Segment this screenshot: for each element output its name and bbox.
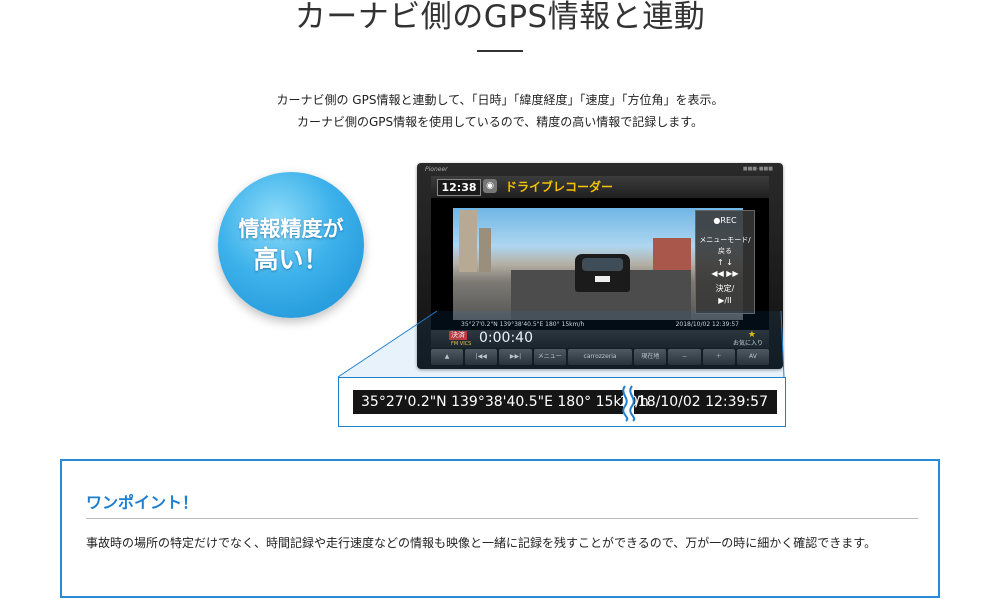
intro-line-1: カーナビ側の GPS情報と連動して、「日時」「緯度経度」「速度」「方位角」を表示… [276,93,724,107]
gps-overlay-coordinates: 35°27'0.2"N 139°38'40.5"E 180° 15km/h [461,321,585,328]
intro-line-2: カーナビ側のGPS情報を使用しているので、精度の高い情報で記録します。 [296,115,704,129]
building-left-2 [479,228,491,272]
page-title: カーナビ側のGPS情報と連動 [294,0,706,35]
screen-clock: 12:38 [437,179,481,196]
gps-readout-zoom: 35°27'0.2"N 139°38'40.5"E 180° 15km/h 20… [338,377,786,427]
prev-button[interactable]: |◀◀ [465,349,498,365]
lead-car [575,254,630,292]
volume-down-button[interactable]: − [668,349,701,365]
one-point-divider [86,518,918,519]
one-point-box: ワンポイント！ 事故時の場所の特定だけでなく、時間記録や走行速度などの情報も映像… [60,459,940,598]
recording-timer: 0:00:40 [479,330,533,346]
vics-label: FM VICS [451,341,472,347]
next-button[interactable]: ▶▶| [499,349,532,365]
rec-button[interactable]: ●REC [696,215,754,226]
building-left [459,210,477,272]
av-button[interactable]: AV [736,349,770,365]
brand-logo: Pioneer [425,166,448,173]
accuracy-badge: 情報精度が 高い！ [218,172,364,318]
arrow-buttons[interactable]: ↑ ↓ ◀◀ ▶▶ [696,257,754,279]
menu-button[interactable]: メニュー [533,349,566,365]
gps-overlay: 35°27'0.2"N 139°38'40.5"E 180° 15km/h 20… [453,320,743,329]
intro-text: カーナビ側の GPS情報と連動して、「日時」「緯度経度」「速度」「方位角」を表示… [0,89,1000,133]
license-plate [595,276,610,282]
eject-button[interactable]: ▲ [431,349,464,365]
hardware-buttons: ▲ |◀◀ ▶▶| メニュー carrozzeria 現在地 − ＋ AV [431,349,770,365]
brand-button[interactable]: carrozzeria [567,349,633,365]
zoom-coordinates: 35°27'0.2"N 139°38'40.5"E 180° 15km/h [361,394,649,410]
camera-icon[interactable]: ◉ [483,179,497,193]
recorder-side-panel: ●REC メニューモード/戻る ↑ ↓ ◀◀ ▶▶ 決定/ ▶/II [695,210,755,314]
building-right [653,238,691,270]
payment-badge: 決済 [449,331,467,340]
one-point-body: 事故時の場所の特定だけでなく、時間記録や走行速度などの情報も映像と一緒に記録を残… [86,536,877,550]
break-mark-icon [622,384,636,422]
current-location-button[interactable]: 現在地 [634,349,667,365]
zoom-datetime: 2018/10/02 12:39:57 [619,394,768,410]
model-label: ■■■-■■■ [742,166,773,172]
play-pause-button[interactable]: ▶/II [696,295,754,306]
one-point-title: ワンポイント！ [86,493,199,512]
favorite-label[interactable]: お気に入り [733,338,763,347]
gps-overlay-datetime: 2018/10/02 12:39:57 [675,321,739,328]
menu-mode-button[interactable]: メニューモード/戻る [696,235,754,257]
gps-readout-bar: 35°27'0.2"N 139°38'40.5"E 180° 15km/h 20… [353,390,777,414]
confirm-button[interactable]: 決定/ [696,283,754,294]
volume-up-button[interactable]: ＋ [702,349,735,365]
device-screen: 12:38 ◉ ドライブレコーダー ●REC メニューモード/戻る ↑ ↓ ◀◀ … [431,176,769,348]
app-title: ドライブレコーダー [505,180,614,194]
title-underline [477,50,523,52]
car-navigation-device: Pioneer ■■■-■■■ 12:38 ◉ ドライブレコーダー ●REC メ… [417,163,783,369]
badge-line-1: 情報精度が [238,217,344,241]
badge-line-2: 高い！ [253,245,329,274]
screen-statusbar: 決済 FM VICS 0:00:40 ★ お気に入り [431,330,769,348]
screen-topbar: 12:38 ◉ ドライブレコーダー [431,176,769,198]
